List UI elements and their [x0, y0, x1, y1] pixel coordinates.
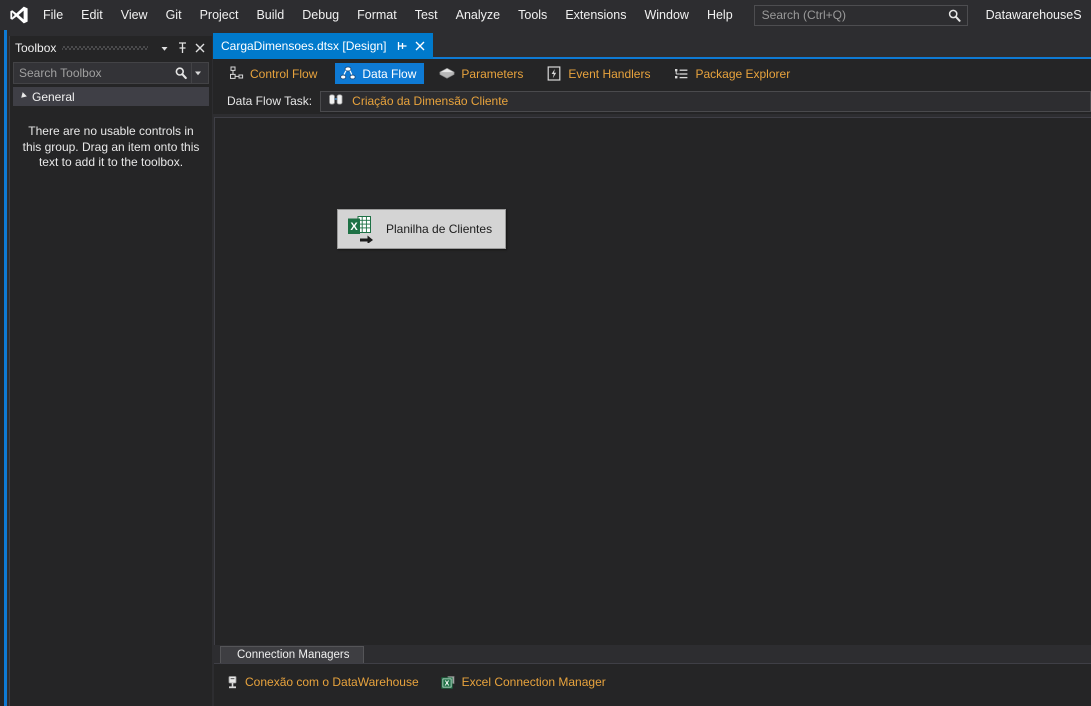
toolbox-title: Toolbox — [15, 41, 56, 55]
menu-item-build[interactable]: Build — [247, 0, 293, 30]
data-flow-icon — [340, 66, 356, 82]
solution-title: DatawarehouseS — [986, 8, 1082, 22]
tab-package-explorer-label: Package Explorer — [695, 67, 790, 81]
document-tab-cargadimensoes[interactable]: CargaDimensoes.dtsx [Design] — [213, 33, 433, 59]
data-flow-task-selected: Criação da Dimensão Cliente — [352, 94, 508, 108]
triangle-down-icon[interactable] — [19, 92, 27, 102]
menu-item-debug[interactable]: Debug — [293, 0, 348, 30]
tab-data-flow[interactable]: Data Flow — [335, 63, 424, 84]
toolbox-search-box[interactable] — [13, 62, 209, 84]
menu-item-format[interactable]: Format — [348, 0, 406, 30]
visual-studio-window: File Edit View Git Project Build Debug F… — [0, 0, 1091, 706]
connection-manager-excel-label: Excel Connection Manager — [462, 675, 606, 689]
menu-item-analyze[interactable]: Analyze — [447, 0, 509, 30]
search-icon[interactable] — [947, 8, 962, 23]
toolbox-empty-message: There are no usable controls in this gro… — [20, 124, 202, 171]
connection-manager-datawarehouse[interactable]: Conexão com o DataWarehouse — [224, 674, 419, 690]
toolbox-group-label: General — [32, 90, 75, 104]
data-flow-component-label: Planilha de Clientes — [386, 222, 492, 236]
toolbox-header: Toolbox — [10, 36, 212, 60]
close-icon[interactable] — [413, 38, 427, 54]
data-flow-component-excel-source[interactable]: X Planilha de Clientes — [337, 209, 506, 249]
tab-event-handlers-label: Event Handlers — [568, 67, 650, 81]
toolbox-drag-grip[interactable] — [62, 36, 148, 60]
designer-tab-strip: Control Flow Data Flow — [213, 59, 1091, 88]
document-tab-label: CargaDimensoes.dtsx [Design] — [221, 39, 386, 53]
menu-item-edit[interactable]: Edit — [72, 0, 112, 30]
connection-manager-excel[interactable]: X Excel Connection Manager — [441, 674, 606, 690]
connection-manager-datawarehouse-label: Conexão com o DataWarehouse — [245, 675, 419, 689]
tab-control-flow[interactable]: Control Flow — [223, 63, 325, 84]
chevron-down-icon[interactable] — [191, 63, 204, 83]
excel-source-icon: X — [346, 215, 376, 243]
data-flow-task-combobox[interactable]: Criação da Dimensão Cliente — [320, 91, 1091, 112]
menu-bar: File Edit View Git Project Build Debug F… — [0, 0, 1091, 30]
menu-item-window[interactable]: Window — [635, 0, 697, 30]
data-flow-task-bar: Data Flow Task: Criação da Dimensão Clie… — [213, 88, 1091, 114]
menu-item-test[interactable]: Test — [406, 0, 447, 30]
menu-item-project[interactable]: Project — [191, 0, 248, 30]
excel-connection-icon: X — [441, 674, 457, 690]
menu-items: File Edit View Git Project Build Debug F… — [34, 0, 742, 30]
event-handlers-icon — [546, 66, 562, 82]
connection-managers-list: Conexão com o DataWarehouse X Excel Conn… — [214, 664, 1091, 706]
package-explorer-icon — [673, 66, 689, 82]
menu-item-file[interactable]: File — [34, 0, 72, 30]
tab-control-flow-label: Control Flow — [250, 67, 317, 81]
menu-item-git[interactable]: Git — [157, 0, 191, 30]
toolbox-panel: Toolbox — [9, 36, 212, 706]
data-flow-task-label: Data Flow Task: — [227, 94, 312, 108]
connection-managers-tabstrip: Connection Managers — [214, 646, 1091, 664]
parameters-icon — [439, 66, 455, 82]
toolbox-search-input[interactable] — [14, 63, 164, 83]
tab-connection-managers[interactable]: Connection Managers — [220, 646, 364, 663]
tab-parameters[interactable]: Parameters — [434, 63, 531, 84]
connection-managers-panel: Connection Managers Conexão com o DataWa… — [214, 646, 1091, 706]
visual-studio-logo-icon — [4, 0, 34, 30]
ole-db-connection-icon — [224, 674, 240, 690]
pin-icon[interactable] — [395, 38, 409, 54]
tab-package-explorer[interactable]: Package Explorer — [668, 63, 798, 84]
global-search-input[interactable] — [755, 6, 935, 25]
global-search-box[interactable] — [754, 5, 968, 26]
pin-icon[interactable] — [174, 39, 190, 57]
tab-parameters-label: Parameters — [461, 67, 523, 81]
document-area: CargaDimensoes.dtsx [Design] — [213, 33, 1091, 706]
tab-event-handlers[interactable]: Event Handlers — [541, 63, 658, 84]
svg-text:X: X — [445, 680, 450, 687]
tab-connection-managers-label: Connection Managers — [237, 649, 350, 661]
menu-item-tools[interactable]: Tools — [509, 0, 556, 30]
control-flow-icon — [228, 66, 244, 82]
menu-item-help[interactable]: Help — [698, 0, 742, 30]
chevron-down-icon[interactable] — [156, 39, 172, 57]
data-flow-canvas[interactable]: X Planilha de Clientes — [214, 117, 1091, 645]
toolbox-group-general[interactable]: General — [13, 87, 209, 106]
menu-item-view[interactable]: View — [112, 0, 157, 30]
search-icon[interactable] — [174, 66, 188, 80]
menu-item-extensions[interactable]: Extensions — [556, 0, 635, 30]
document-tab-strip: CargaDimensoes.dtsx [Design] — [213, 33, 1091, 59]
svg-text:X: X — [350, 221, 358, 233]
tab-data-flow-label: Data Flow — [362, 67, 416, 81]
data-flow-task-icon — [328, 93, 344, 109]
close-icon[interactable] — [192, 39, 208, 57]
